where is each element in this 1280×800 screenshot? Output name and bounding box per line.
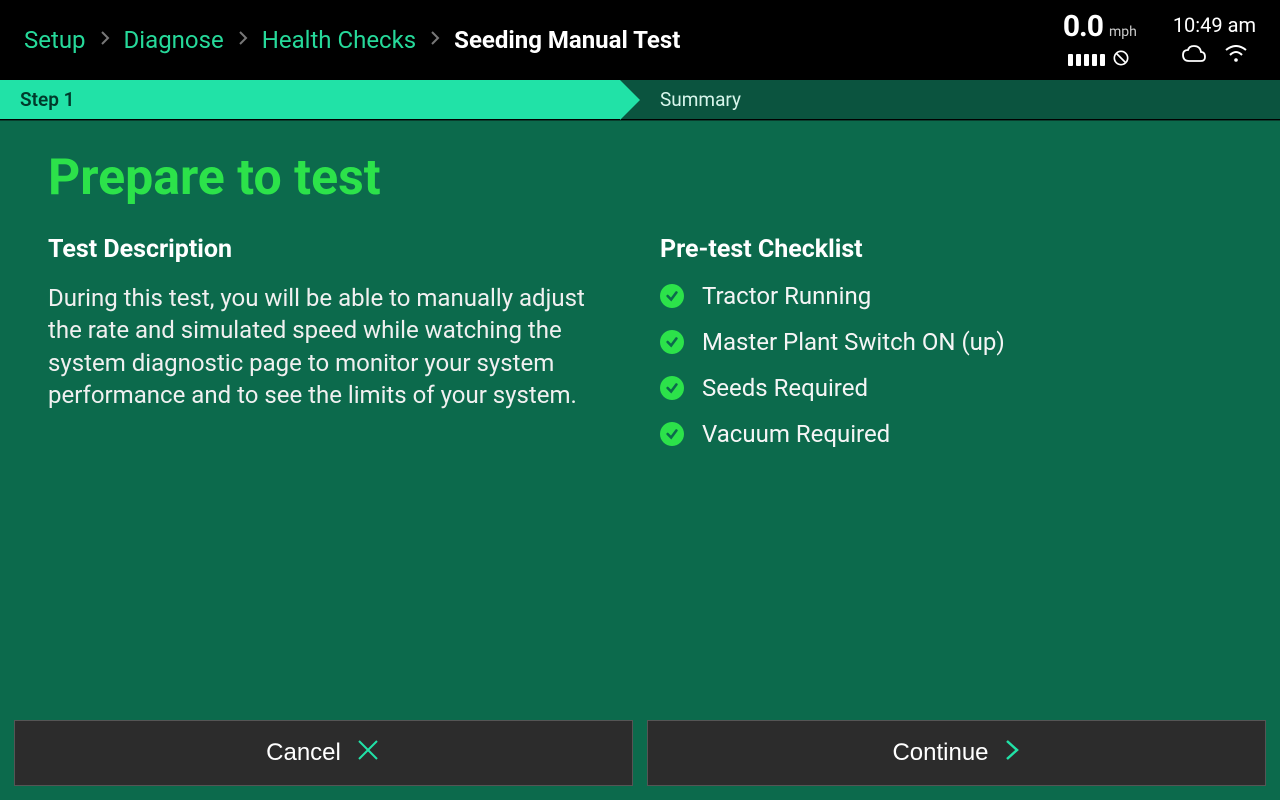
chevron-right-icon	[238, 30, 248, 51]
check-icon	[660, 330, 684, 354]
time-indicator: 10:49 am	[1173, 13, 1256, 67]
step-tab-1[interactable]: Step 1	[0, 80, 620, 119]
checklist-heading: Pre-test Checklist	[660, 235, 1232, 264]
cloud-icon	[1181, 45, 1207, 67]
speed-unit: mph	[1109, 24, 1137, 40]
satellite-icon	[1111, 48, 1131, 72]
continue-button-label: Continue	[892, 739, 988, 767]
step-tab-label: Step 1	[20, 88, 74, 111]
breadcrumb-setup[interactable]: Setup	[24, 26, 86, 54]
signal-bars-icon	[1068, 54, 1105, 66]
checklist-item-label: Seeds Required	[702, 374, 868, 402]
checklist: Tractor Running Master Plant Switch ON (…	[660, 282, 1232, 448]
check-icon	[660, 284, 684, 308]
checklist-item-label: Vacuum Required	[702, 420, 890, 448]
checklist-item-label: Master Plant Switch ON (up)	[702, 328, 1005, 356]
description-body: During this test, you will be able to ma…	[48, 282, 608, 412]
step-tab-label: Summary	[660, 88, 741, 111]
step-tabs: Step 1 Summary	[0, 80, 1280, 120]
breadcrumb-current: Seeding Manual Test	[454, 26, 680, 54]
breadcrumb: Setup Diagnose Health Checks Seeding Man…	[24, 26, 680, 54]
checklist-item: Tractor Running	[660, 282, 1232, 310]
page-title: Prepare to test	[48, 149, 1232, 207]
footer-actions: Cancel Continue	[0, 710, 1280, 800]
checklist-column: Pre-test Checklist Tractor Running Maste…	[660, 235, 1232, 466]
description-heading: Test Description	[48, 235, 620, 264]
check-icon	[660, 376, 684, 400]
step-tab-summary[interactable]: Summary	[620, 80, 761, 119]
description-column: Test Description During this test, you w…	[48, 235, 620, 466]
cancel-button-label: Cancel	[266, 739, 341, 767]
breadcrumb-diagnose[interactable]: Diagnose	[124, 26, 224, 54]
chevron-right-icon	[1003, 737, 1021, 770]
close-icon	[355, 737, 381, 770]
checklist-item-label: Tractor Running	[702, 282, 871, 310]
main-content: Prepare to test Test Description During …	[0, 120, 1280, 710]
cancel-button[interactable]: Cancel	[14, 720, 633, 786]
status-area: 0.0 mph 10:49 am	[1063, 9, 1256, 72]
chevron-right-icon	[430, 30, 440, 51]
top-bar: Setup Diagnose Health Checks Seeding Man…	[0, 0, 1280, 80]
check-icon	[660, 422, 684, 446]
checklist-item: Master Plant Switch ON (up)	[660, 328, 1232, 356]
checklist-item: Vacuum Required	[660, 420, 1232, 448]
checklist-item: Seeds Required	[660, 374, 1232, 402]
clock-time: 10:49 am	[1173, 13, 1256, 37]
speed-indicator: 0.0 mph	[1063, 9, 1137, 72]
chevron-right-icon	[100, 30, 110, 51]
breadcrumb-health-checks[interactable]: Health Checks	[262, 26, 416, 54]
continue-button[interactable]: Continue	[647, 720, 1266, 786]
speed-value: 0.0	[1063, 9, 1103, 44]
wifi-icon	[1225, 45, 1247, 67]
